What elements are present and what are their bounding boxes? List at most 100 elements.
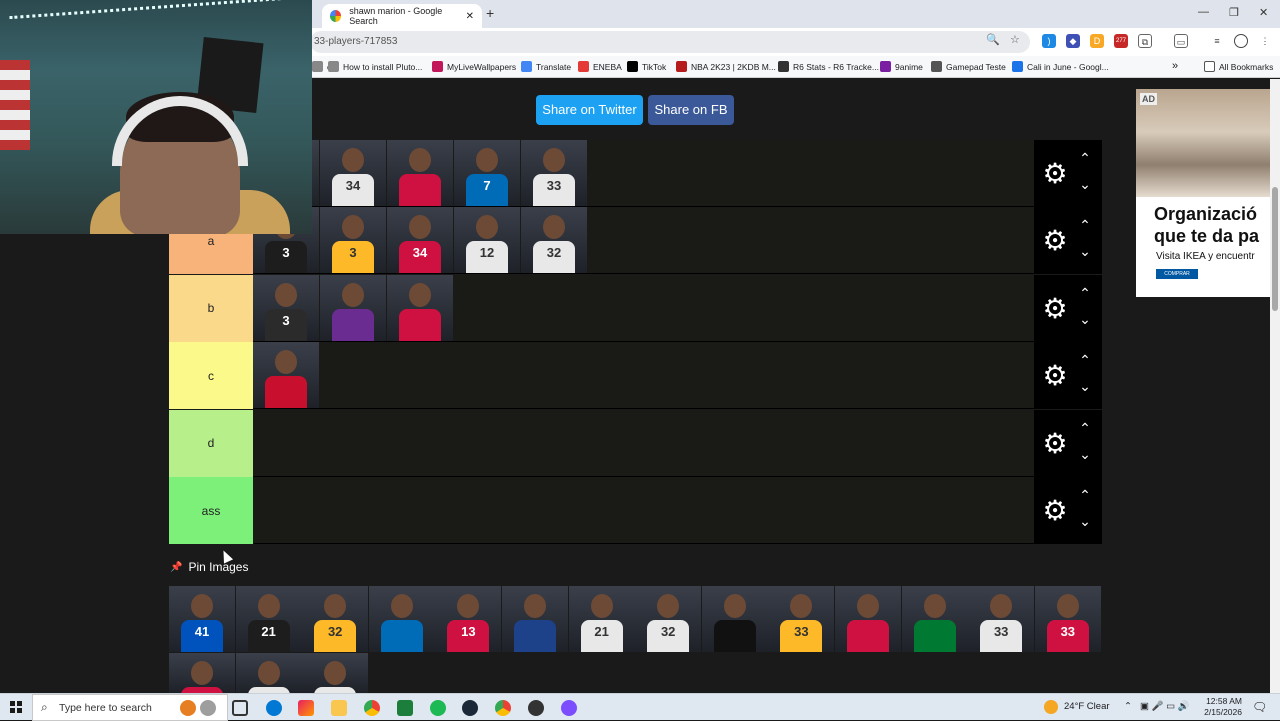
player-image[interactable]: 7 xyxy=(454,140,520,206)
chevron-up-icon[interactable]: ⌃ xyxy=(1076,285,1094,302)
bookmark-item[interactable]: ENEBA xyxy=(578,61,622,72)
gear-icon[interactable]: ⚙ xyxy=(1040,361,1070,391)
media-icon[interactable]: ≡ xyxy=(1210,34,1224,48)
chevron-down-icon[interactable]: ⌄ xyxy=(1076,513,1094,530)
player-image[interactable] xyxy=(387,140,453,206)
app-icon[interactable] xyxy=(397,700,413,716)
bookmark-item[interactable]: R6 Stats - R6 Tracke... xyxy=(778,61,879,72)
spotify-icon[interactable] xyxy=(430,700,446,716)
extension-icon[interactable]: D xyxy=(1090,34,1104,48)
player-image[interactable] xyxy=(502,586,568,652)
weather-icon[interactable] xyxy=(1044,700,1058,714)
gear-icon[interactable]: ⚙ xyxy=(1040,428,1070,459)
profile-avatar-icon[interactable] xyxy=(1234,34,1248,48)
weather-text[interactable]: 24°F Clear xyxy=(1064,701,1110,712)
pin-images-toggle[interactable]: 📌 Pin Images xyxy=(170,560,248,574)
share-twitter-button[interactable]: Share on Twitter xyxy=(536,95,643,125)
chevron-up-icon[interactable]: ⌃ xyxy=(1076,420,1094,437)
gear-icon[interactable]: ⚙ xyxy=(1040,496,1070,526)
bookmark-item[interactable]: TikTok xyxy=(627,61,666,72)
player-image[interactable]: 33 xyxy=(768,586,835,652)
player-image[interactable]: 41 xyxy=(169,586,235,652)
chrome-active-icon[interactable] xyxy=(495,700,511,716)
player-image[interactable] xyxy=(368,586,435,652)
player-image[interactable] xyxy=(901,586,968,652)
tray-icons[interactable]: ▣ 🎤 ▭ 🔊 xyxy=(1140,701,1190,712)
bookmark-item[interactable]: Cali in June - Googl... xyxy=(1012,61,1109,72)
player-image[interactable] xyxy=(387,274,453,341)
bookmark-item[interactable]: Translate xyxy=(521,61,571,72)
player-image[interactable] xyxy=(253,342,319,409)
windows-start-icon[interactable] xyxy=(10,701,22,713)
player-image[interactable]: 33 xyxy=(521,140,587,206)
player-image[interactable] xyxy=(235,653,302,693)
steam-icon[interactable] xyxy=(462,700,478,716)
tier-label[interactable]: b xyxy=(169,274,253,342)
extension-icon[interactable]: ) xyxy=(1042,34,1056,48)
cast-icon[interactable]: ▭ xyxy=(1174,34,1188,48)
gear-icon[interactable]: ⚙ xyxy=(1040,293,1070,324)
player-image[interactable]: 12 xyxy=(454,207,520,274)
edge-icon[interactable] xyxy=(266,700,282,716)
player-image[interactable]: 32 xyxy=(635,586,702,652)
chevron-down-icon[interactable]: ⌄ xyxy=(1076,243,1094,260)
player-image[interactable] xyxy=(701,586,768,652)
scrollbar-thumb[interactable] xyxy=(1272,187,1278,311)
browser-tab[interactable]: shawn marion - Google Search ✕ xyxy=(322,4,482,28)
close-window-button[interactable]: ✕ xyxy=(1259,6,1268,19)
address-bar[interactable]: 33-players-717853 xyxy=(310,31,1030,53)
chrome-icon[interactable] xyxy=(364,700,380,716)
gear-icon[interactable]: ⚙ xyxy=(1040,226,1070,256)
tray-chevron-icon[interactable]: ⌃ xyxy=(1124,701,1132,712)
app-icon[interactable] xyxy=(561,700,577,716)
chevron-down-icon[interactable]: ⌄ xyxy=(1076,446,1094,463)
tier-label[interactable]: c xyxy=(169,342,253,410)
chevron-down-icon[interactable]: ⌄ xyxy=(1076,311,1094,328)
player-image[interactable] xyxy=(320,274,386,341)
chevron-down-icon[interactable]: ⌄ xyxy=(1076,378,1094,395)
minimize-button[interactable]: — xyxy=(1198,6,1209,18)
player-image[interactable]: 34 xyxy=(387,207,453,274)
taskbar-clock[interactable]: 12:58 AM 2/15/2026 xyxy=(1202,696,1242,718)
task-view-icon[interactable] xyxy=(232,700,248,716)
taskbar-search-box[interactable]: ⌕ Type here to search xyxy=(32,694,228,721)
gear-icon[interactable]: ⚙ xyxy=(1040,159,1070,189)
player-image[interactable]: 32 xyxy=(521,207,587,274)
file-explorer-icon[interactable] xyxy=(331,700,347,716)
player-image[interactable] xyxy=(835,586,901,652)
chevron-up-icon[interactable]: ⌃ xyxy=(1076,150,1094,167)
chevron-down-icon[interactable]: ⌄ xyxy=(1076,176,1094,193)
tier-label[interactable]: ass xyxy=(169,477,253,544)
zoom-icon[interactable]: 🔍 xyxy=(986,33,1000,46)
extension-badge-icon[interactable]: 277 xyxy=(1114,34,1128,48)
menu-kebab-icon[interactable]: ⋮ xyxy=(1258,34,1272,48)
player-image[interactable] xyxy=(302,653,369,693)
ikea-ad[interactable]: AD Organizació que te da pa Visita IKEA … xyxy=(1136,89,1270,297)
ad-cta-button[interactable]: COMPRAR xyxy=(1156,269,1198,279)
player-image[interactable]: 34 xyxy=(320,140,386,206)
player-image[interactable] xyxy=(169,653,235,693)
tier-label[interactable]: d xyxy=(169,409,253,477)
player-image[interactable]: 13 xyxy=(435,586,502,652)
player-image[interactable]: 33 xyxy=(1034,586,1101,652)
new-tab-button[interactable]: + xyxy=(486,5,494,21)
chevron-up-icon[interactable]: ⌃ xyxy=(1076,487,1094,504)
copilot-icon[interactable] xyxy=(298,700,314,716)
bookmark-item[interactable]: 9anime xyxy=(880,61,923,72)
bookmarks-more-icon[interactable]: » xyxy=(1172,60,1178,72)
bookmark-item[interactable]: How to install Pluto... xyxy=(328,61,422,72)
restore-button[interactable]: ❐ xyxy=(1229,6,1239,19)
notification-icon[interactable]: 🗨 xyxy=(1252,700,1267,714)
player-image[interactable]: 33 xyxy=(968,586,1035,652)
bookmark-star-icon[interactable]: ☆ xyxy=(1010,33,1020,46)
share-fb-button[interactable]: Share on FB xyxy=(648,95,734,125)
tab-close-icon[interactable]: ✕ xyxy=(466,11,474,22)
player-image[interactable]: 32 xyxy=(302,586,369,652)
all-bookmarks-button[interactable]: All Bookmarks xyxy=(1204,61,1273,72)
player-image[interactable]: 21 xyxy=(235,586,302,652)
bookmark-item[interactable]: MyLiveWallpapers xyxy=(432,61,516,72)
extensions-puzzle-icon[interactable]: ⧉ xyxy=(1138,34,1152,48)
player-image[interactable]: 21 xyxy=(568,586,635,652)
page-scrollbar[interactable] xyxy=(1270,79,1280,693)
player-image[interactable]: 3 xyxy=(320,207,386,274)
